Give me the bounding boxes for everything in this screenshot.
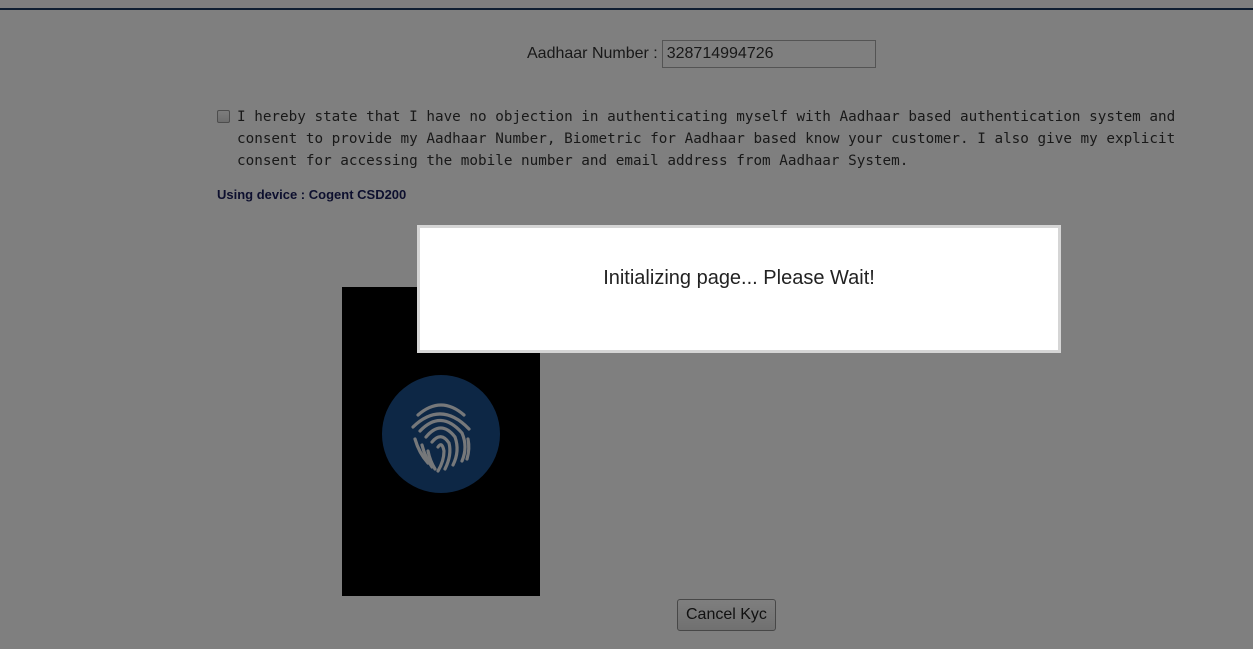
loading-message: Initializing page... Please Wait!: [603, 267, 875, 289]
kyc-page: Aadhaar Number : I hereby state that I h…: [0, 0, 1253, 649]
loading-dialog: Initializing page... Please Wait!: [417, 225, 1061, 353]
